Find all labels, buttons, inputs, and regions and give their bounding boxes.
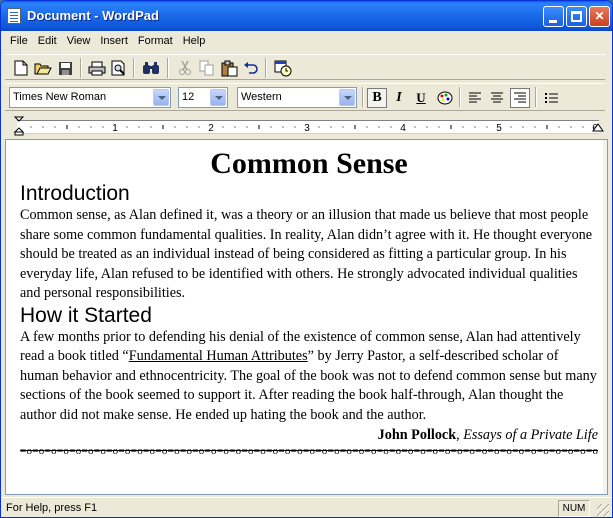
- wordpad-app-icon[interactable]: [7, 8, 21, 24]
- menu-help[interactable]: Help: [178, 32, 211, 50]
- right-indent-marker-icon[interactable]: [592, 123, 604, 133]
- cut-button[interactable]: [175, 58, 195, 78]
- cut-icon: [179, 60, 191, 75]
- align-left-button[interactable]: [465, 88, 485, 108]
- status-help-text: For Help, press F1: [6, 502, 98, 514]
- script-value: Western: [241, 91, 282, 103]
- align-left-icon: [469, 92, 481, 103]
- toolbar-separator: [80, 58, 82, 78]
- new-button[interactable]: [11, 58, 31, 78]
- font-name-combo[interactable]: Times New Roman: [9, 87, 171, 108]
- status-bar: For Help, press F1 NUM: [1, 497, 612, 517]
- minimize-button[interactable]: [543, 6, 564, 27]
- color-button[interactable]: [435, 88, 455, 108]
- document-content[interactable]: Common Sense Introduction Common sense, …: [20, 146, 598, 457]
- save-button[interactable]: [55, 58, 75, 78]
- align-right-icon: [514, 92, 526, 103]
- menu-insert[interactable]: Insert: [95, 32, 133, 50]
- color-palette-icon: [437, 91, 453, 105]
- bold-button[interactable]: B: [367, 88, 387, 108]
- new-icon: [14, 60, 28, 76]
- attribution-author: John Pollock: [377, 427, 457, 443]
- format-toolbar: Times New Roman 12 Western B I U: [5, 83, 605, 111]
- ornamental-divider: =o=o=o=o=o=o=o=o=o=o=o=o=o=o=o=o=o=o=o=o…: [20, 445, 598, 457]
- italic-button[interactable]: I: [389, 88, 409, 108]
- menu-edit[interactable]: Edit: [33, 32, 62, 50]
- print-preview-button[interactable]: [109, 58, 129, 78]
- font-size-combo[interactable]: 12: [178, 87, 228, 108]
- ruler-ticks: 123456: [30, 123, 598, 134]
- font-name-value: Times New Roman: [13, 91, 107, 103]
- resize-grip-icon[interactable]: [597, 504, 609, 516]
- close-icon: ✕: [594, 9, 605, 23]
- script-combo[interactable]: Western: [237, 87, 357, 108]
- print-preview-icon: [111, 60, 125, 76]
- find-button[interactable]: [141, 58, 161, 78]
- align-center-button[interactable]: [487, 88, 507, 108]
- open-button[interactable]: [33, 58, 53, 78]
- document-title: Common Sense: [210, 147, 408, 180]
- save-icon: [58, 61, 72, 75]
- undo-button[interactable]: [241, 58, 261, 78]
- open-icon: [34, 63, 52, 74]
- undo-icon: [244, 62, 258, 74]
- bullets-icon: [544, 92, 558, 103]
- toolbar-separator: [535, 87, 537, 107]
- attribution: John Pollock, Essays of a Private Life: [20, 426, 598, 445]
- paste-button[interactable]: [219, 58, 239, 78]
- menu-view[interactable]: View: [62, 32, 96, 50]
- minimize-icon: [549, 20, 557, 23]
- print-icon: [88, 61, 106, 75]
- section-heading-how-it-started: How it Started: [20, 303, 152, 327]
- menu-file[interactable]: File: [5, 32, 33, 50]
- menu-format[interactable]: Format: [133, 32, 178, 50]
- title-bar[interactable]: Document - WordPad ✕: [1, 1, 612, 31]
- align-center-icon: [491, 92, 503, 103]
- ruler-number: 4: [400, 123, 406, 134]
- chevron-down-icon[interactable]: [153, 89, 169, 106]
- vertical-scroll-edge: [603, 140, 607, 494]
- indent-marker-icon[interactable]: [13, 116, 25, 136]
- print-button[interactable]: [87, 58, 107, 78]
- close-button[interactable]: ✕: [589, 6, 610, 27]
- ruler-number: 5: [496, 123, 502, 134]
- ruler-number: 3: [304, 123, 310, 134]
- wordpad-window: Document - WordPad ✕ File Edit View Inse…: [0, 0, 613, 518]
- toolbar-separator: [133, 58, 135, 78]
- toolbar-separator: [362, 87, 364, 107]
- copy-button[interactable]: [197, 58, 217, 78]
- underline-button[interactable]: U: [411, 88, 431, 108]
- section-heading-introduction: Introduction: [20, 182, 130, 205]
- book-title-link[interactable]: Fundamental Human Attributes: [129, 348, 308, 364]
- toolbar-separator: [459, 87, 461, 107]
- ruler-number: 1: [112, 123, 118, 134]
- menu-bar: File Edit View Insert Format Help: [5, 32, 210, 50]
- num-lock-indicator: NUM: [558, 500, 590, 517]
- date-time-icon: [274, 60, 292, 76]
- date-time-button[interactable]: [273, 58, 293, 78]
- ruler[interactable]: 123456: [5, 115, 605, 137]
- maximize-button[interactable]: [566, 6, 587, 27]
- window-title: Document - WordPad: [27, 8, 159, 23]
- chevron-down-icon[interactable]: [339, 89, 355, 106]
- font-size-value: 12: [182, 91, 195, 103]
- toolbar-separator: [265, 58, 267, 78]
- align-right-button[interactable]: [510, 88, 530, 108]
- chevron-down-icon[interactable]: [210, 89, 226, 106]
- ruler-number: 2: [208, 123, 214, 134]
- find-icon: [143, 62, 159, 74]
- bullets-button[interactable]: [541, 88, 561, 108]
- copy-icon: [199, 60, 214, 76]
- attribution-work: Essays of a Private Life: [463, 427, 598, 443]
- standard-toolbar: [5, 54, 605, 80]
- section-body-how-it-started: A few months prior to defending his deni…: [20, 328, 598, 426]
- toolbar-separator: [167, 58, 169, 78]
- maximize-icon: [571, 11, 582, 22]
- paste-icon: [221, 60, 237, 76]
- section-body-introduction: Common sense, as Alan defined it, was a …: [20, 207, 593, 301]
- document-area[interactable]: Common Sense Introduction Common sense, …: [5, 139, 608, 495]
